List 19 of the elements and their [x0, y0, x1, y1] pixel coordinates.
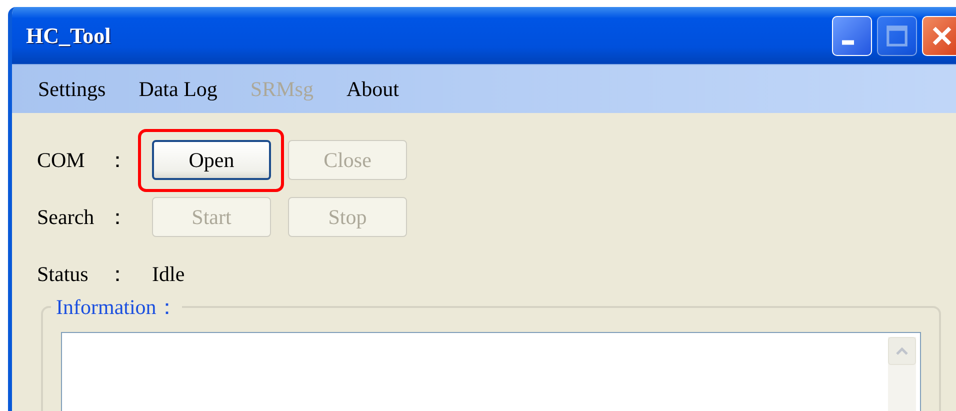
scrollbar[interactable]	[888, 337, 916, 411]
menu-item[interactable]: Settings	[38, 76, 106, 102]
maximize-icon	[884, 22, 910, 48]
action-button[interactable]: Open	[152, 140, 271, 180]
field-label: Status	[37, 262, 90, 286]
scroll-up-button[interactable]	[888, 337, 916, 365]
colon-label: ：	[107, 204, 129, 231]
field-label: Search	[37, 204, 96, 230]
close-button[interactable]	[922, 16, 956, 56]
status-value: Idle	[152, 262, 185, 286]
field-label: COM	[37, 148, 86, 172]
colon-label: ：	[107, 147, 129, 174]
colon-label: ：	[107, 261, 129, 288]
minimize-button[interactable]	[832, 16, 872, 56]
minimize-icon	[842, 40, 854, 45]
menu-item[interactable]: About	[346, 76, 399, 102]
chevron-up-icon	[895, 346, 909, 356]
menu-item[interactable]: Data Log	[138, 76, 218, 102]
window-title: HC_Tool	[26, 22, 111, 48]
